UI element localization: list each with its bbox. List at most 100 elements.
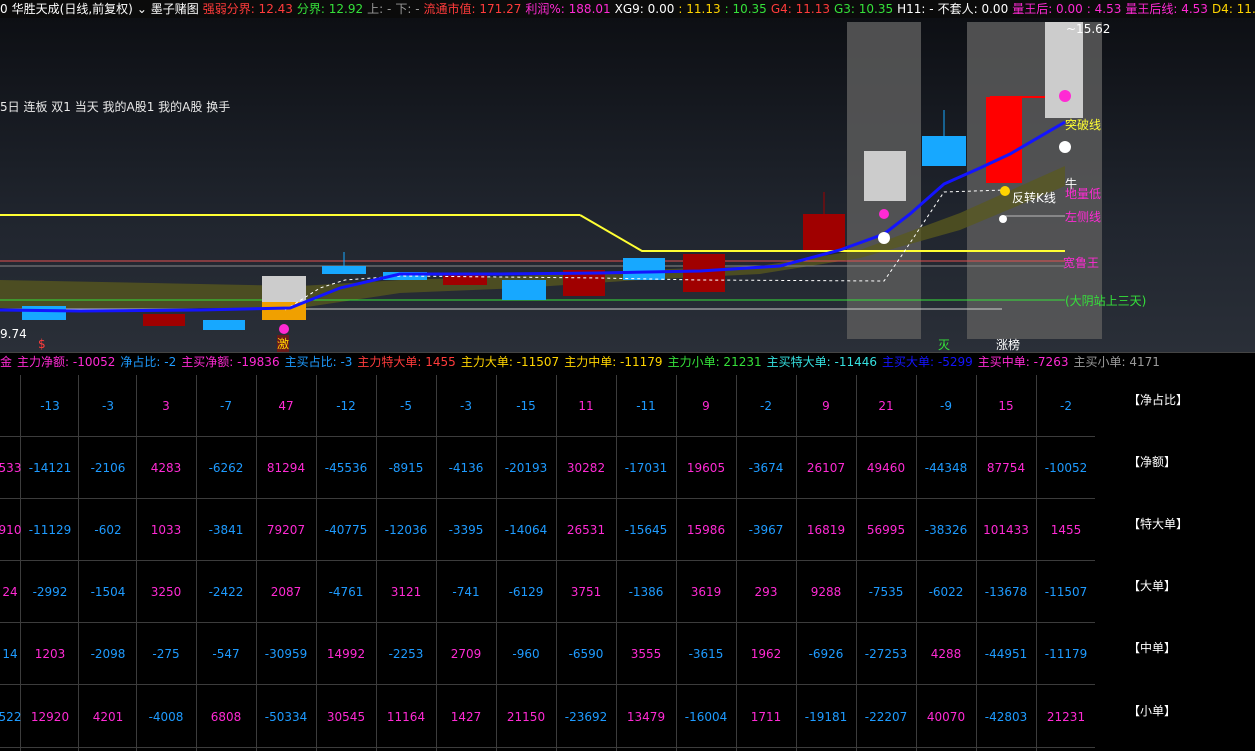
table-cell: -4136	[448, 461, 484, 475]
table-cell: -13678	[984, 585, 1028, 599]
header-indicator-value: 利润%: 188.01	[525, 2, 611, 16]
table-cell: -3615	[688, 647, 724, 661]
flow-summary-value: 主力小单: 21231	[667, 355, 762, 369]
flow-summary-value: 主力净额: -10052	[17, 355, 116, 369]
price-low-label: 9.74	[0, 327, 27, 341]
header-indicator-value: : 4.53	[1086, 2, 1122, 16]
table-cell: 26107	[806, 461, 846, 475]
table-cell: -741	[452, 585, 480, 599]
table-cell: 1962	[750, 647, 782, 661]
header-indicator-value: D4: 11.04	[1211, 2, 1255, 16]
table-cell: -40775	[324, 523, 368, 537]
table-row-label: 【净占比】	[1128, 393, 1189, 407]
table-cell: 101433	[983, 523, 1029, 537]
reverse-k-label: 反转K线	[1012, 191, 1056, 205]
capital-flow-table: -13 -3 3 -7 47 -12 -5 -3 -15 11 -11 9 -2 9 21 -9 15 -2 533…	[0, 375, 1095, 751]
table-cell: -5	[400, 399, 412, 413]
table-cell: -4761	[328, 585, 364, 599]
breakthrough-label: 突破线	[1065, 118, 1102, 132]
table-cell: 4283	[150, 461, 182, 475]
zhang-label: 涨榜	[996, 338, 1021, 352]
table-cell: 15	[998, 399, 1014, 413]
table-cell: 30545	[326, 710, 366, 724]
table-cell: 21150	[506, 710, 546, 724]
table-cell: 1711	[750, 710, 782, 724]
dollar-label: $	[38, 337, 46, 351]
table-row-label: 【大单】	[1128, 579, 1177, 593]
table-cell: -10052	[1044, 461, 1088, 475]
candle	[22, 306, 66, 320]
flow-summary-value: 主买特大单: -11446	[766, 355, 877, 369]
header-indicator-value: 不套人: 0.00	[937, 2, 1009, 16]
table-row-label: 【特大单】	[1128, 517, 1189, 531]
table-cell: -960	[512, 647, 540, 661]
table-cell: -1504	[90, 585, 126, 599]
flow-summary-value: 主买净额: -19836	[181, 355, 280, 369]
table-cell: -2	[760, 399, 772, 413]
table-cell: -4008	[148, 710, 184, 724]
table-cell: -3	[460, 399, 472, 413]
table-cell: -6590	[568, 647, 604, 661]
flow-summary-value: 主力特大单: 1455	[357, 355, 456, 369]
header-indicator-value: 上: -	[367, 2, 392, 16]
table-cell: 3	[162, 399, 170, 413]
table-cell: -16004	[684, 710, 728, 724]
header-indicator-value: G3: 10.35	[833, 2, 894, 16]
flow-summary-value: 主力大单: -11507	[460, 355, 560, 369]
table-cell: 1455	[1050, 523, 1082, 537]
table-cell: 13479	[626, 710, 666, 724]
table-cell: 3250	[150, 585, 182, 599]
table-cell: 40070	[926, 710, 966, 724]
header-indicator-value: 华胜天成(日线,前复权)	[11, 2, 133, 16]
table-cell: 1033	[150, 523, 182, 537]
marker-icon	[279, 324, 289, 334]
plus-marker-icon	[1059, 141, 1071, 153]
table-cell: -44951	[984, 647, 1028, 661]
table-row-label: 【小单】	[1128, 704, 1177, 718]
table-cell: 21231	[1046, 710, 1086, 724]
table-cell: -27253	[864, 647, 908, 661]
table-cell: -30959	[264, 647, 308, 661]
header-indicator-value: 量王后: 0.00	[1012, 2, 1083, 16]
table-cell: 12920	[30, 710, 70, 724]
candle	[986, 97, 1022, 183]
table-cell: 3555	[630, 647, 662, 661]
table-cell: 6808	[210, 710, 242, 724]
table-cell: -275	[152, 647, 180, 661]
table-cell: 1203	[34, 647, 66, 661]
table-cell: 30282	[566, 461, 606, 475]
table-cell: -7	[220, 399, 232, 413]
table-cell: 2709	[450, 647, 482, 661]
table-cell: 11	[578, 399, 594, 413]
table-cell: 3121	[390, 585, 422, 599]
volume-low-label: 地量低	[1065, 187, 1102, 201]
table-cell: -50334	[264, 710, 308, 724]
table-cell: -6262	[208, 461, 244, 475]
table-cell: -19181	[804, 710, 848, 724]
table-cell: -15	[516, 399, 536, 413]
header-indicator-value: XG9: 0.00	[614, 2, 675, 16]
candlestick-chart[interactable]: 5日 连板 双1 当天 我的A股1 我的A股 换手 ~15.62 9.74 突破…	[0, 18, 1255, 352]
flow-summary-value: 净占比: -2	[120, 355, 177, 369]
plus-marker-icon	[878, 232, 890, 244]
table-cell: 79207	[266, 523, 306, 537]
header-indicator-value: 分界: 12.92	[296, 2, 364, 16]
table-cell: 15986	[686, 523, 726, 537]
table-cell: -11	[636, 399, 656, 413]
table-cell: 81294	[266, 461, 306, 475]
table-cell: -14121	[28, 461, 72, 475]
table-cell: 4201	[92, 710, 124, 724]
table-cell: -7535	[868, 585, 904, 599]
table-cell: 9	[822, 399, 830, 413]
three-days-label: (大阴站上三天)	[1065, 294, 1147, 308]
candle	[683, 254, 725, 292]
candle	[623, 258, 665, 280]
marker-icon	[1000, 186, 1010, 196]
candle	[864, 151, 906, 201]
table-cell: -3967	[748, 523, 784, 537]
table-cell: 9288	[810, 585, 842, 599]
table-cell: -22207	[864, 710, 908, 724]
table-row-label: 【净额】	[1128, 455, 1177, 469]
table-cell: 3619	[690, 585, 722, 599]
indicator-header-bar: 0 华胜天成(日线,前复权) ⌄ 墨子赌图 强弱分界: 12.43 分界: 12.92 上…	[0, 0, 1255, 18]
